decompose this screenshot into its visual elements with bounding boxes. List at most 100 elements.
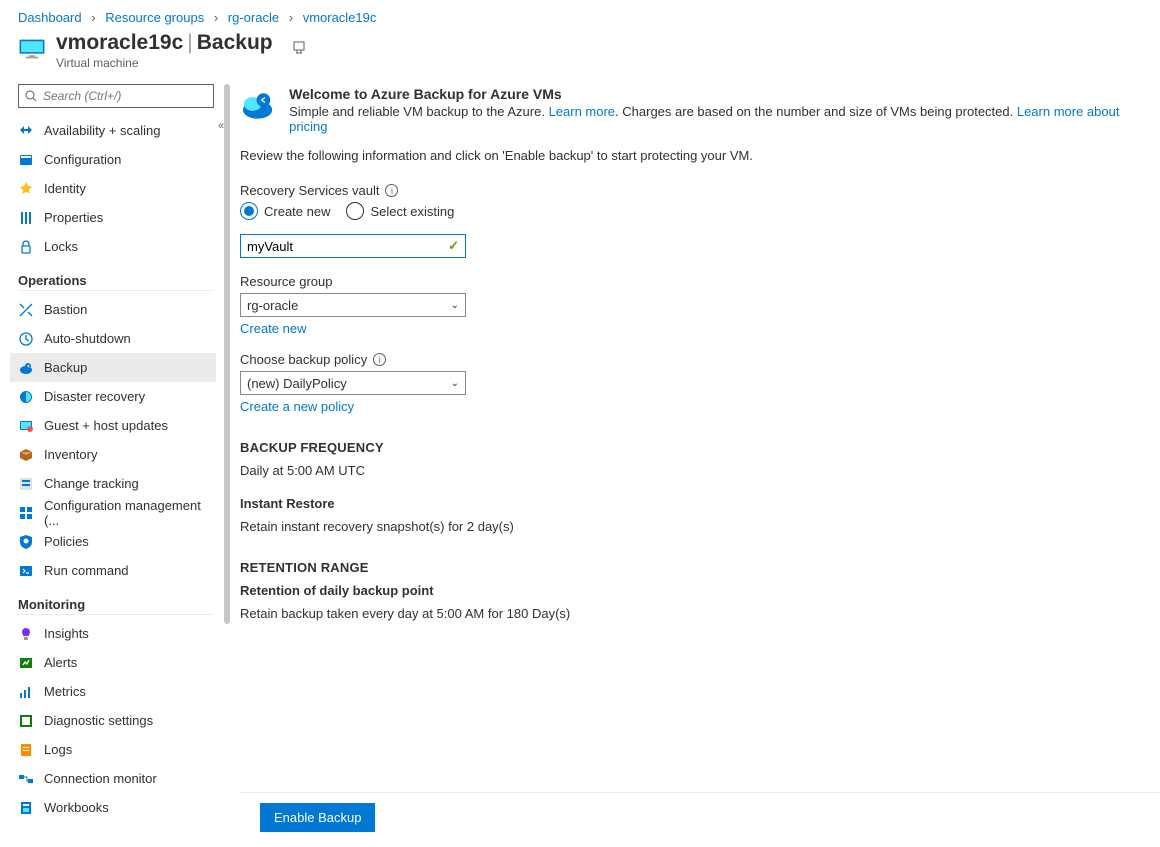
sidebar-item-configuration-management[interactable]: Configuration management (...	[10, 498, 216, 527]
workbooks-icon	[18, 800, 34, 816]
sidebar-item-label: Configuration	[44, 152, 121, 167]
config-icon	[18, 152, 34, 168]
sidebar-item-label: Insights	[44, 626, 89, 641]
sidebar-item-diagnostic-settings[interactable]: Diagnostic settings	[10, 706, 216, 735]
bottom-bar: Enable Backup	[240, 792, 1160, 842]
sidebar-item-run-command[interactable]: Run command	[10, 556, 216, 585]
backup-icon	[18, 360, 34, 376]
page-header: vmoracle19c|Backup Virtual machine	[0, 31, 1160, 84]
sidebar-item-backup[interactable]: Backup	[10, 353, 216, 382]
sidebar-item-availability-scaling[interactable]: Availability + scaling	[10, 116, 216, 145]
page-title: vmoracle19c|Backup	[56, 31, 273, 55]
sidebar-item-label: Policies	[44, 534, 89, 549]
bastion-icon	[18, 302, 34, 318]
retention-daily-heading: Retention of daily backup point	[240, 583, 1140, 598]
sidebar-item-insights[interactable]: Insights	[10, 619, 216, 648]
checkmark-icon: ✓	[448, 238, 459, 254]
breadcrumb-item[interactable]: Dashboard	[18, 10, 82, 25]
sidebar-item-logs[interactable]: Logs	[10, 735, 216, 764]
sidebar-item-metrics[interactable]: Metrics	[10, 677, 216, 706]
sidebar-item-label: Logs	[44, 742, 72, 757]
run-icon	[18, 563, 34, 579]
identity-icon	[18, 181, 34, 197]
sidebar-item-label: Change tracking	[44, 476, 139, 491]
breadcrumb-item[interactable]: vmoracle19c	[303, 10, 377, 25]
alerts-icon	[18, 655, 34, 671]
metrics-icon	[18, 684, 34, 700]
sidebar-item-auto-shutdown[interactable]: Auto-shutdown	[10, 324, 216, 353]
sidebar-item-label: Properties	[44, 210, 103, 225]
sidebar-item-identity[interactable]: Identity	[10, 174, 216, 203]
backup-frequency-text: Daily at 5:00 AM UTC	[240, 463, 1140, 478]
sidebar-item-label: Metrics	[44, 684, 86, 699]
sidebar-item-bastion[interactable]: Bastion	[10, 295, 216, 324]
change-icon	[18, 476, 34, 492]
vm-icon	[18, 35, 46, 63]
sidebar-item-alerts[interactable]: Alerts	[10, 648, 216, 677]
learn-more-link[interactable]: Learn more	[549, 104, 615, 119]
chevron-right-icon: ›	[283, 10, 299, 25]
radio-select-existing[interactable]: Select existing	[346, 202, 454, 220]
retention-range-heading: RETENTION RANGE	[240, 560, 1140, 575]
sidebar-item-locks[interactable]: Locks	[10, 232, 216, 261]
sidebar-item-connection-monitor[interactable]: Connection monitor	[10, 764, 216, 793]
sidebar-item-label: Disaster recovery	[44, 389, 145, 404]
sidebar-item-label: Configuration management (...	[44, 498, 208, 528]
updates-icon	[18, 418, 34, 434]
sidebar-item-label: Alerts	[44, 655, 77, 670]
sidebar-item-label: Guest + host updates	[44, 418, 168, 433]
radio-create-new[interactable]: Create new	[240, 202, 330, 220]
welcome-subtitle: Simple and reliable VM backup to the Azu…	[289, 104, 1140, 134]
enable-backup-button[interactable]: Enable Backup	[260, 803, 375, 832]
sidebar-section-monitoring: Monitoring	[18, 597, 214, 615]
chevron-down-icon: ⌄	[451, 378, 459, 389]
info-icon[interactable]: i	[385, 184, 398, 197]
sidebar-item-label: Availability + scaling	[44, 123, 160, 138]
scrollbar[interactable]	[224, 84, 230, 842]
retention-daily-text: Retain backup taken every day at 5:00 AM…	[240, 606, 1140, 621]
instant-restore-text: Retain instant recovery snapshot(s) for …	[240, 519, 1140, 534]
sidebar-item-guest-host-updates[interactable]: Guest + host updates	[10, 411, 216, 440]
logs-icon	[18, 742, 34, 758]
review-text: Review the following information and cli…	[240, 148, 1140, 163]
main-content: Welcome to Azure Backup for Azure VMs Si…	[236, 84, 1160, 842]
backup-cloud-icon	[240, 86, 275, 122]
sidebar-item-label: Workbooks	[44, 800, 109, 815]
sidebar: « Availability + scalingConfigurationIde…	[0, 84, 222, 842]
search-input[interactable]	[18, 84, 214, 108]
sidebar-item-properties[interactable]: Properties	[10, 203, 216, 232]
breadcrumb: Dashboard › Resource groups › rg-oracle …	[0, 0, 1160, 31]
page-subtitle: Virtual machine	[56, 56, 273, 70]
welcome-title: Welcome to Azure Backup for Azure VMs	[289, 86, 1140, 102]
sidebar-item-policies[interactable]: Policies	[10, 527, 216, 556]
lock-icon	[18, 239, 34, 255]
props-icon	[18, 210, 34, 226]
resource-group-dropdown[interactable]: rg-oracle ⌄	[240, 293, 466, 317]
breadcrumb-item[interactable]: rg-oracle	[228, 10, 279, 25]
sidebar-item-label: Auto-shutdown	[44, 331, 131, 346]
inventory-icon	[18, 447, 34, 463]
sidebar-item-label: Bastion	[44, 302, 87, 317]
sidebar-item-inventory[interactable]: Inventory	[10, 440, 216, 469]
sidebar-item-change-tracking[interactable]: Change tracking	[10, 469, 216, 498]
instant-restore-heading: Instant Restore	[240, 496, 1140, 511]
sidebar-item-workbooks[interactable]: Workbooks	[10, 793, 216, 822]
sidebar-item-label: Connection monitor	[44, 771, 157, 786]
backup-policy-dropdown[interactable]: (new) DailyPolicy ⌄	[240, 371, 466, 395]
pin-icon[interactable]	[291, 39, 307, 55]
chevron-right-icon: ›	[208, 10, 224, 25]
insights-icon	[18, 626, 34, 642]
sidebar-item-configuration[interactable]: Configuration	[10, 145, 216, 174]
breadcrumb-item[interactable]: Resource groups	[105, 10, 204, 25]
scale-icon	[18, 123, 34, 139]
chevron-right-icon: ›	[85, 10, 101, 25]
vault-name-input[interactable]: ✓	[240, 234, 466, 258]
create-policy-link[interactable]: Create a new policy	[240, 399, 354, 414]
sidebar-section-operations: Operations	[18, 273, 214, 291]
diag-icon	[18, 713, 34, 729]
create-new-rg-link[interactable]: Create new	[240, 321, 306, 336]
policies-icon	[18, 534, 34, 550]
rg-label: Resource group	[240, 274, 1140, 289]
info-icon[interactable]: i	[373, 353, 386, 366]
sidebar-item-disaster-recovery[interactable]: Disaster recovery	[10, 382, 216, 411]
